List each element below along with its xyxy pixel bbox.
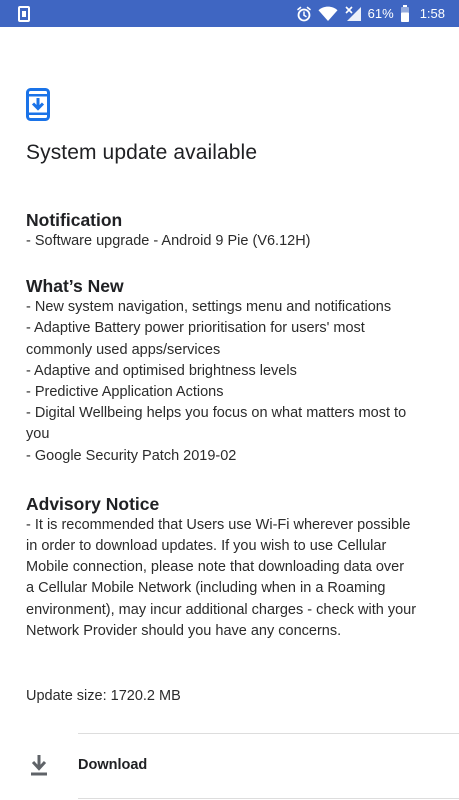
- wifi-icon: [318, 6, 338, 22]
- divider: [78, 798, 459, 799]
- whats-new-line: - Adaptive and optimised brightness leve…: [26, 362, 297, 379]
- advisory-line: - It is recommended that Users use Wi-Fi…: [26, 516, 411, 533]
- whats-new-line: - Adaptive Battery power prioritisation …: [26, 320, 365, 337]
- whats-new-line: - Google Security Patch 2019-02: [26, 447, 237, 464]
- whats-new-line: you: [26, 426, 50, 443]
- advisory-heading: Advisory Notice: [26, 493, 160, 514]
- system-update-icon: [26, 88, 50, 121]
- advisory-line: in order to download updates. If you wis…: [26, 538, 387, 555]
- advisory-section: Advisory Notice - It is recommended that…: [26, 493, 436, 642]
- update-size: Update size: 1720.2 MB: [26, 688, 181, 704]
- whats-new-line: - Predictive Application Actions: [26, 384, 224, 401]
- notification-line: - Software upgrade - Android 9 Pie (V6.1…: [26, 233, 311, 249]
- clock: 1:58: [419, 6, 445, 21]
- download-label: Download: [78, 757, 148, 773]
- battery-icon: [400, 5, 410, 22]
- status-bar-left: [18, 5, 30, 22]
- phone-notification-icon: [18, 5, 30, 22]
- status-bar-right: 61% 1:58: [296, 5, 445, 22]
- whats-new-line: commonly used apps/services: [26, 341, 221, 358]
- status-bar: 61% 1:58: [0, 0, 459, 27]
- download-button[interactable]: Download: [0, 734, 459, 798]
- notification-heading: Notification: [26, 210, 123, 230]
- update-content: System update available Notification - S…: [26, 88, 436, 642]
- advisory-line: Mobile connection, please note that down…: [26, 559, 405, 576]
- notification-body: - Software upgrade - Android 9 Pie (V6.1…: [26, 231, 436, 252]
- whats-new-line: - New system navigation, settings menu a…: [26, 299, 392, 316]
- alarm-icon: [296, 6, 312, 22]
- advisory-line: environment), may incur additional charg…: [26, 601, 417, 618]
- cell-signal-icon: [344, 5, 362, 22]
- download-icon: [31, 755, 47, 776]
- advisory-line: Network Provider should you have any con…: [26, 622, 342, 639]
- whats-new-section: What’s New - New system navigation, sett…: [26, 275, 436, 467]
- notification-section: Notification - Software upgrade - Androi…: [26, 209, 436, 252]
- advisory-line: a Cellular Mobile Network (including whe…: [26, 580, 386, 597]
- advisory-body: - It is recommended that Users use Wi-Fi…: [26, 515, 436, 642]
- battery-percent: 61%: [367, 6, 394, 21]
- whats-new-body: - New system navigation, settings menu a…: [26, 297, 436, 467]
- page-title: System update available: [26, 141, 258, 164]
- whats-new-heading: What’s New: [26, 276, 124, 297]
- whats-new-line: - Digital Wellbeing helps you focus on w…: [26, 405, 407, 422]
